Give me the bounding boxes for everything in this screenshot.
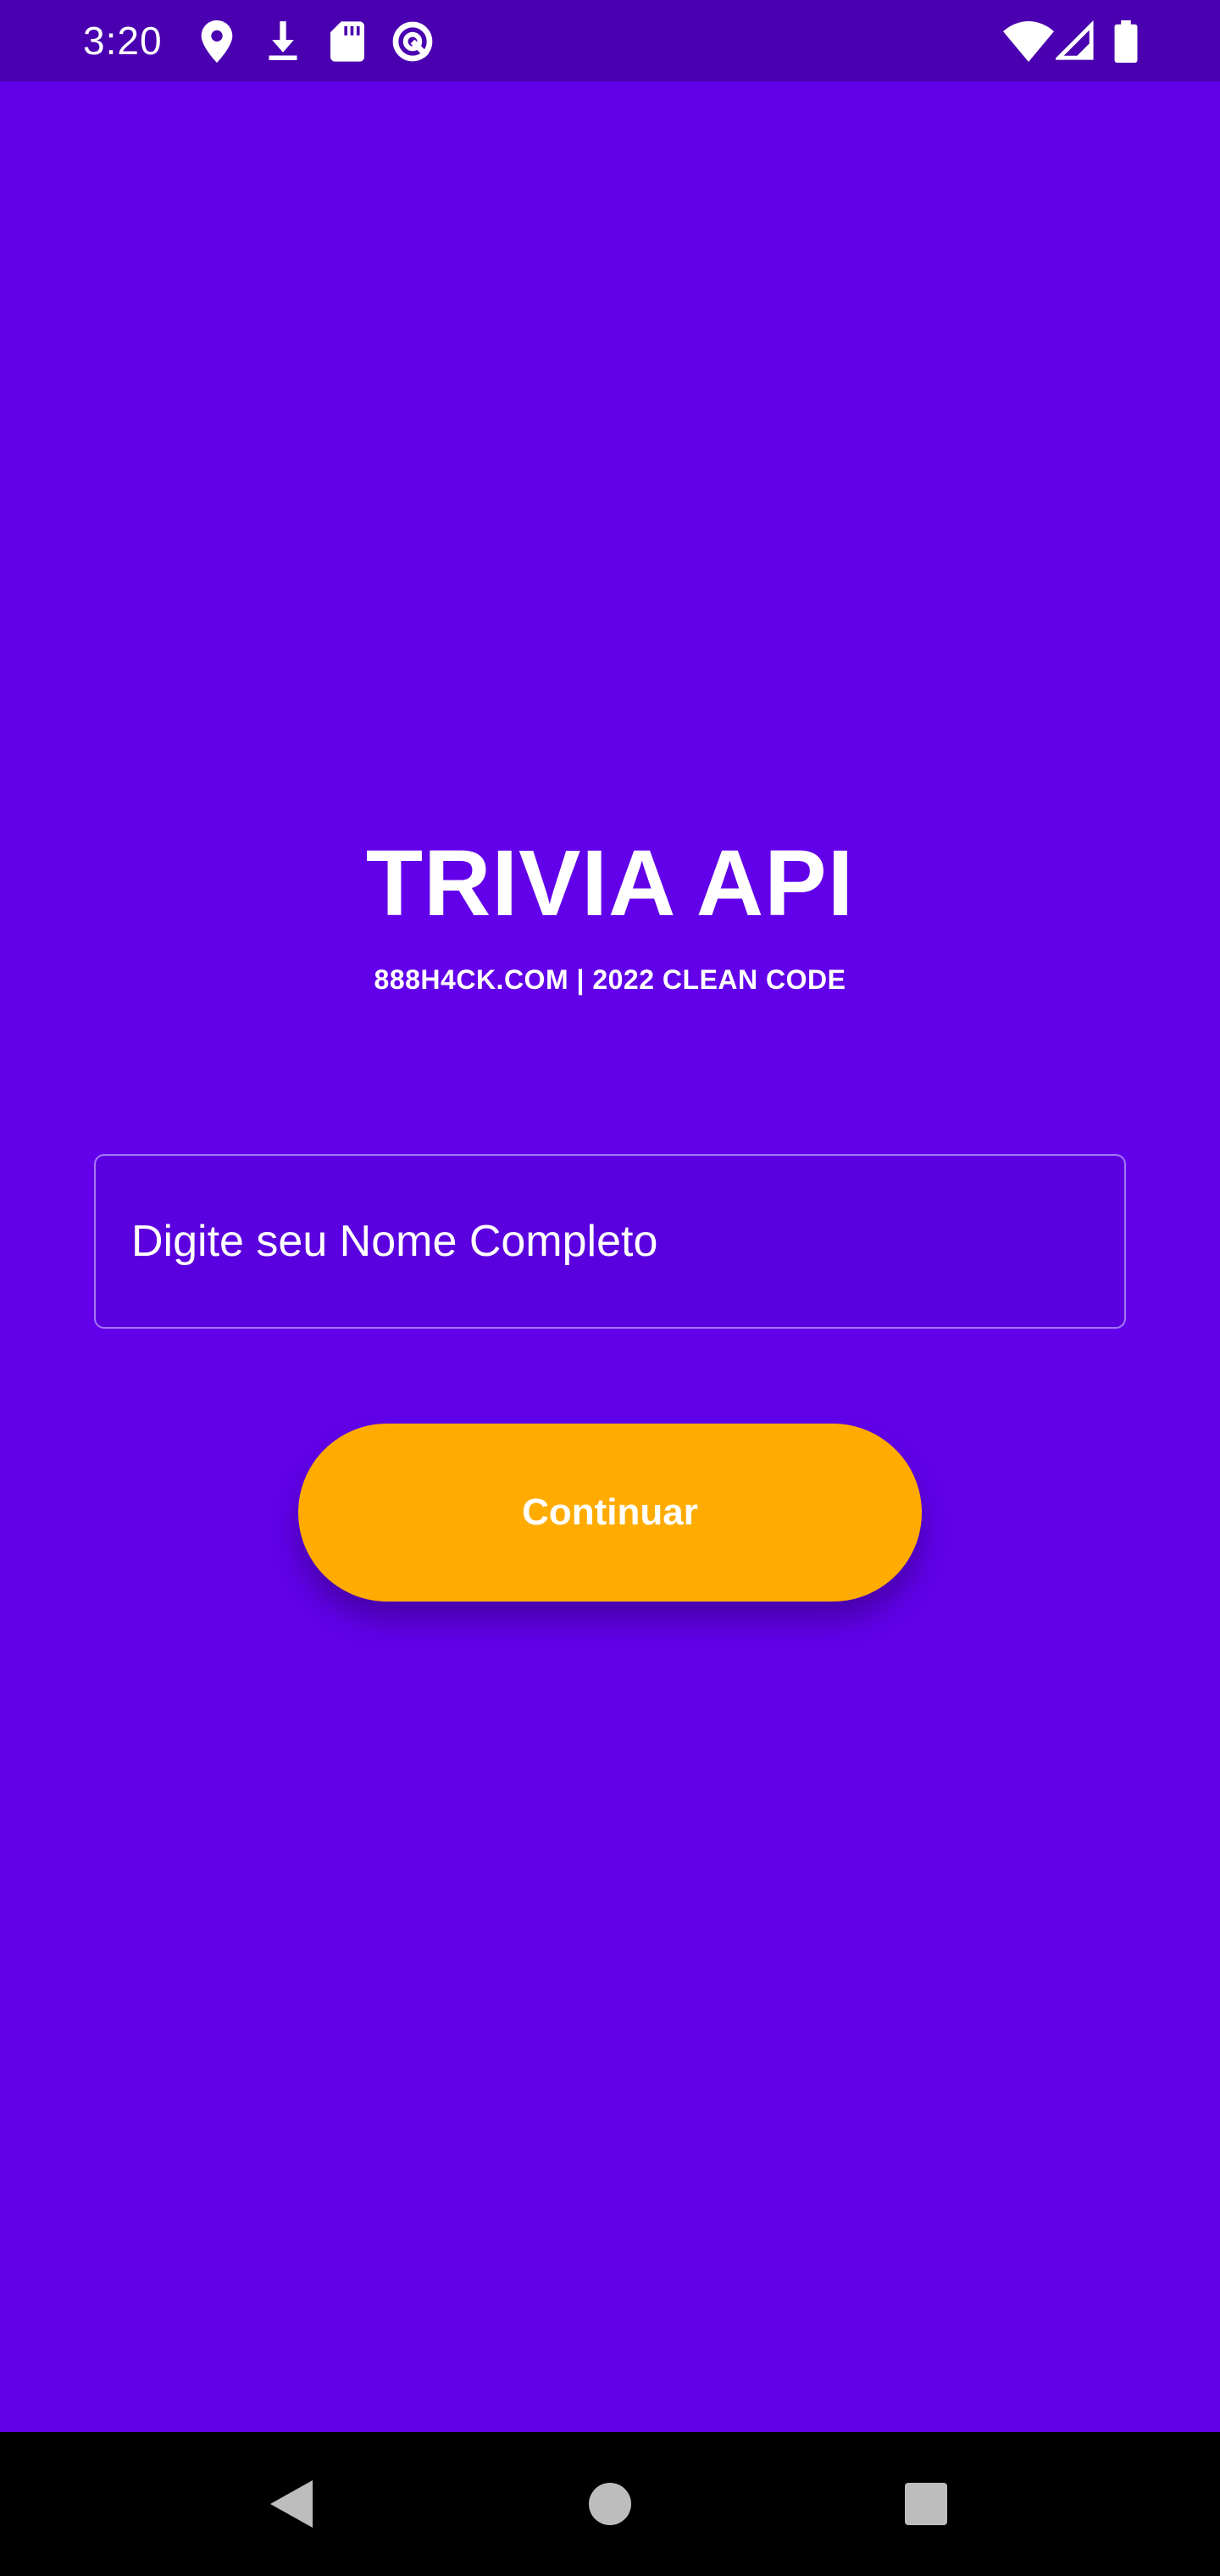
sd-card-icon [330,20,364,63]
back-button[interactable] [207,2432,376,2576]
status-bar: 3:20 [0,0,1220,81]
name-field [94,1154,1126,1329]
navigation-bar [0,2432,1220,2576]
cellular-signal-icon [1056,20,1095,63]
status-time: 3:20 [83,19,163,63]
app-screen: 3:20 TRIVIA API 888H4CK.COM | 2022 CLEAN… [0,0,1220,2576]
download-icon [264,20,302,63]
home-icon [589,2483,631,2525]
name-input[interactable] [96,1156,1124,1327]
app-subtitle: 888H4CK.COM | 2022 CLEAN CODE [374,964,846,995]
recents-button[interactable] [841,2432,1011,2576]
wifi-icon [1003,20,1054,63]
app-title: TRIVIA API [365,831,855,935]
continue-button[interactable]: Continuar [298,1424,922,1602]
home-button[interactable] [525,2432,695,2576]
recents-icon [905,2483,947,2525]
back-icon [270,2480,313,2528]
battery-icon [1113,20,1139,63]
location-icon [200,20,234,63]
data-saver-icon [390,20,435,63]
